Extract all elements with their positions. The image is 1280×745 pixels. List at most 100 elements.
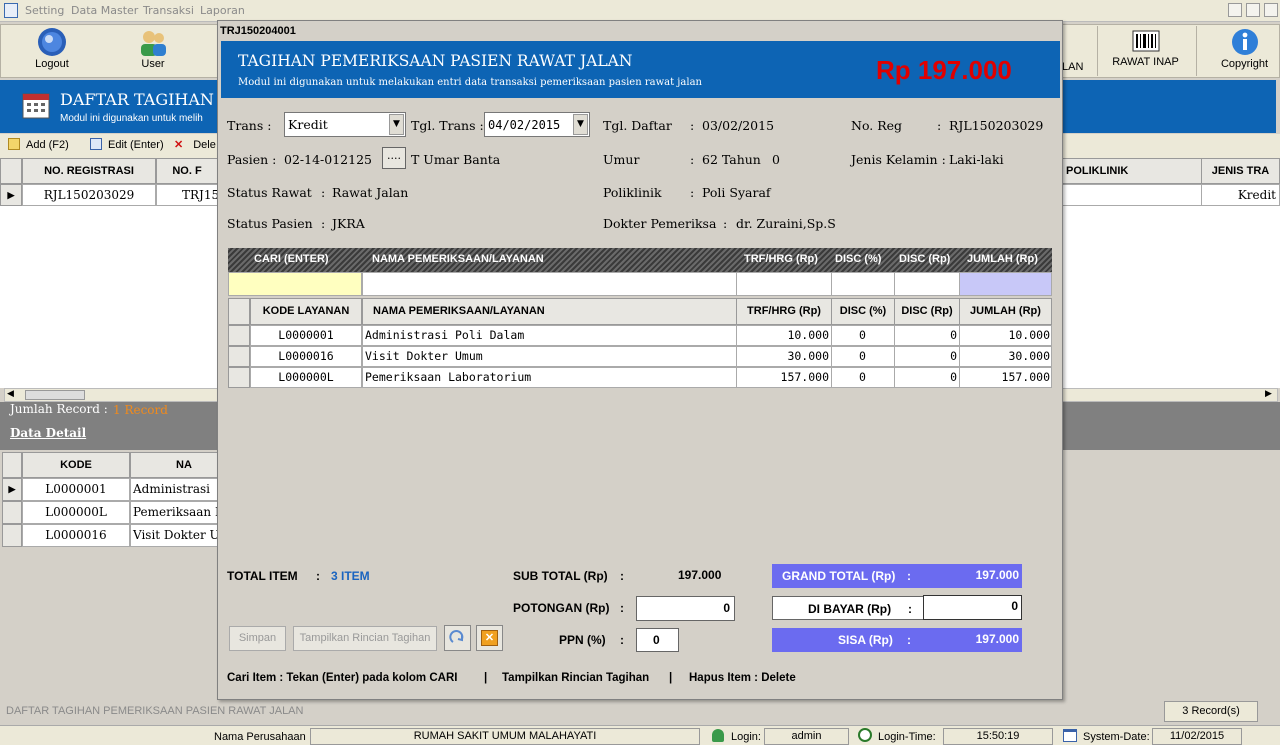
- data-detail-link[interactable]: Data Detail: [10, 426, 86, 440]
- list-item[interactable]: ▶ L0000001 Administrasi: [2, 478, 220, 501]
- cari-input[interactable]: [228, 272, 362, 296]
- status-pasien-label: Status Pasien: [227, 216, 313, 231]
- add-icon: [8, 138, 20, 150]
- minimize-icon[interactable]: [1228, 3, 1242, 17]
- entry-jumlah-field[interactable]: [959, 272, 1052, 296]
- entry-trf-field[interactable]: [736, 272, 832, 296]
- umur-colon: :: [690, 152, 695, 167]
- cancel-button[interactable]: ✕: [476, 625, 503, 651]
- logout-button[interactable]: Logout: [4, 26, 100, 76]
- col-trf[interactable]: TRF/HRG (Rp): [736, 298, 832, 325]
- col-disc-rp[interactable]: DISC (Rp): [894, 298, 960, 325]
- col-kode-layanan[interactable]: KODE LAYANAN: [250, 298, 362, 325]
- edit-label: Edit (Enter): [108, 139, 164, 151]
- col-no-f[interactable]: NO. F: [156, 158, 218, 184]
- close-icon[interactable]: [1264, 3, 1278, 17]
- entry-disc-pct-field[interactable]: [831, 272, 895, 296]
- scroll-right-icon[interactable]: ▶: [1265, 389, 1272, 399]
- header-amount: Rp 197.000: [876, 55, 1012, 85]
- col-jumlah[interactable]: JUMLAH (Rp): [959, 298, 1052, 325]
- menu-setting[interactable]: Setting: [25, 4, 64, 17]
- simpan-button[interactable]: Simpan: [229, 626, 286, 651]
- dialog-titlebar[interactable]: TRJ150204001: [218, 21, 1062, 41]
- col-nama-layanan[interactable]: NAMA PEMERIKSAAN/LAYANAN: [362, 298, 737, 325]
- dibayar-value: 0: [1011, 599, 1018, 613]
- dibayar-input[interactable]: 0: [923, 595, 1022, 620]
- potongan-label: POTONGAN (Rp): [513, 601, 610, 615]
- chevron-down-icon[interactable]: ▼: [389, 114, 404, 135]
- sisa-colon: :: [907, 633, 911, 647]
- col-kode[interactable]: KODE: [22, 452, 130, 478]
- row-selector: [228, 346, 250, 367]
- row-selector: [228, 367, 250, 388]
- scroll-thumb[interactable]: [25, 390, 85, 400]
- menubar: Setting Data Master Transaksi Laporan: [0, 0, 1280, 22]
- status-rawat-value: Rawat Jalan: [332, 185, 409, 200]
- help-hapus: Hapus Item : Delete: [689, 672, 796, 684]
- user-button[interactable]: User: [105, 26, 201, 76]
- table-row[interactable]: L0000001 Administrasi Poli Dalam 10.000 …: [228, 325, 1052, 346]
- lan-button[interactable]: LAN: [1062, 26, 1092, 76]
- table-row[interactable]: L0000016 Visit Dokter Umum 30.000 0 0 30…: [228, 346, 1052, 367]
- statusbar: Nama Perusahaan RUMAH SAKIT UMUM MALAHAY…: [0, 725, 1280, 745]
- col-disc-pct[interactable]: DISC (%): [831, 298, 895, 325]
- entry-nama-field[interactable]: [362, 272, 737, 296]
- records-count: 3 Record(s): [1164, 701, 1258, 722]
- jumlah-record-label: Jumlah Record :: [10, 402, 108, 416]
- menu-laporan[interactable]: Laporan: [200, 4, 245, 17]
- tgl-trans-picker[interactable]: 04/02/2015 ▼: [484, 112, 590, 137]
- menu-data-master[interactable]: Data Master: [71, 4, 138, 17]
- row-selector-icon: ▶: [2, 478, 22, 501]
- pasien-label: Pasien :: [227, 152, 277, 167]
- col-nama[interactable]: NA: [130, 452, 220, 478]
- login-label: Login:: [731, 731, 761, 743]
- entry-col-disc-rp: DISC (Rp): [899, 253, 951, 265]
- detail-row-header: [2, 452, 22, 478]
- dibayar-box: DI BAYAR (Rp) :: [772, 596, 924, 620]
- browse-pasien-button[interactable]: ....: [382, 147, 406, 169]
- list-item[interactable]: L000000L Pemeriksaan L: [2, 501, 220, 524]
- potongan-input[interactable]: 0: [636, 596, 735, 621]
- grand-total-value: 197.000: [975, 568, 1019, 582]
- row-selector: [2, 524, 22, 547]
- sub-total-value: 197.000: [678, 568, 722, 582]
- trans-select[interactable]: Kredit ▼: [284, 112, 406, 137]
- tgl-daftar-value: 03/02/2015: [702, 118, 775, 133]
- table-row[interactable]: L000000L Pemeriksaan Laboratorium 157.00…: [228, 367, 1052, 388]
- login-field: admin: [764, 728, 849, 745]
- entry-grid: CARI (ENTER) NAMA PEMERIKSAAN/LAYANAN TR…: [228, 248, 1052, 298]
- trans-select-value: Kredit: [288, 117, 328, 132]
- nama-perusahaan-label: Nama Perusahaan: [214, 731, 306, 743]
- tampilkan-rincian-label: Tampilkan Rincian Tagihan: [299, 632, 431, 644]
- maximize-icon[interactable]: [1246, 3, 1260, 17]
- umur-label: Umur: [603, 152, 640, 167]
- list-item[interactable]: L0000016 Visit Dokter U: [2, 524, 220, 547]
- edit-button[interactable]: Edit (Enter): [90, 138, 164, 151]
- refresh-button[interactable]: [444, 625, 471, 651]
- tampilkan-rincian-button[interactable]: Tampilkan Rincian Tagihan: [293, 626, 437, 651]
- dialog-header: TAGIHAN PEMERIKSAAN PASIEN RAWAT JALAN M…: [221, 41, 1060, 98]
- row-selector: [228, 325, 250, 346]
- col-disc-pct-label: DISC (%): [839, 305, 887, 317]
- scroll-left-icon[interactable]: ◀: [7, 389, 14, 399]
- ppn-input[interactable]: 0: [636, 628, 679, 652]
- row-selector-icon: ▶: [0, 184, 22, 206]
- col-no-registrasi[interactable]: NO. REGISTRASI: [22, 158, 156, 184]
- menu-transaksi[interactable]: Transaksi: [143, 4, 194, 17]
- dibayar-label: DI BAYAR (Rp): [808, 602, 892, 616]
- clock-icon: [858, 728, 872, 742]
- col-jenis-tra[interactable]: JENIS TRA: [1201, 158, 1280, 184]
- no-reg-value: RJL150203029: [949, 118, 1044, 133]
- cell-no-f: TRJ15: [156, 184, 219, 206]
- no-reg-colon: :: [937, 118, 942, 133]
- simpan-label: Simpan: [238, 632, 277, 644]
- logout-icon: [38, 28, 66, 56]
- copyright-button[interactable]: Copyright: [1196, 26, 1280, 76]
- rawat-inap-button[interactable]: RAWAT INAP: [1097, 26, 1193, 76]
- chevron-down-icon[interactable]: ▼: [573, 114, 588, 135]
- delete-button[interactable]: ✕ Dele: [174, 138, 216, 151]
- barcode-icon: [1132, 30, 1159, 52]
- entry-disc-rp-field[interactable]: [894, 272, 960, 296]
- add-button[interactable]: Add (F2): [8, 138, 69, 151]
- col-poliklinik[interactable]: POLIKLINIK: [1062, 158, 1202, 184]
